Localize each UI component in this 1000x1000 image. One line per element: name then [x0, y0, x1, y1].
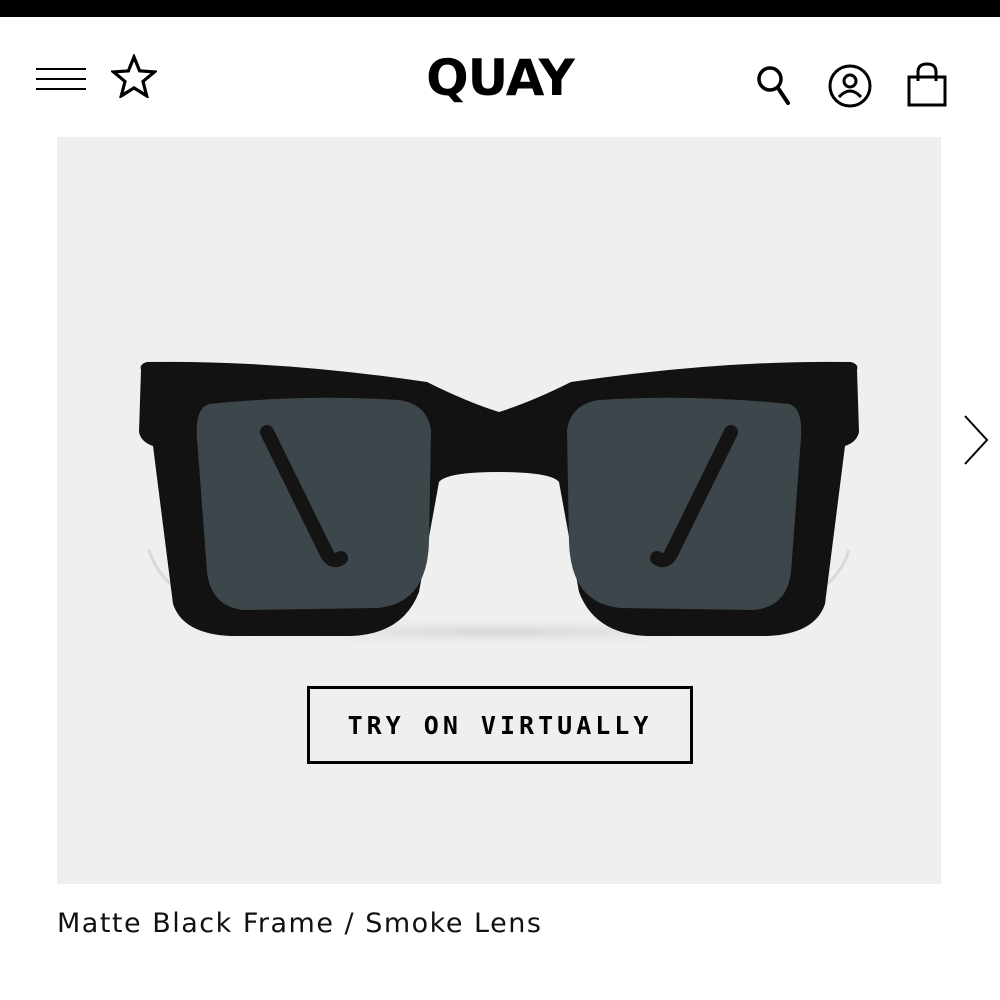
- shopping-bag-icon[interactable]: [905, 61, 949, 109]
- variant-label: Matte Black Frame / Smoke Lens: [57, 908, 543, 939]
- sunglasses-image: [139, 361, 859, 648]
- chevron-right-icon[interactable]: [960, 412, 990, 472]
- site-header: QUAY: [0, 17, 1000, 137]
- try-on-virtually-button[interactable]: TRY ON VIRTUALLY: [307, 686, 693, 764]
- user-account-icon[interactable]: [827, 63, 873, 109]
- product-image-panel: TRY ON VIRTUALLY: [57, 137, 941, 884]
- status-bar: [0, 0, 1000, 17]
- product-page: QUAY TRY ON VIRTUALLY Matte Black Frame …: [0, 0, 1000, 1000]
- search-icon[interactable]: [756, 65, 792, 107]
